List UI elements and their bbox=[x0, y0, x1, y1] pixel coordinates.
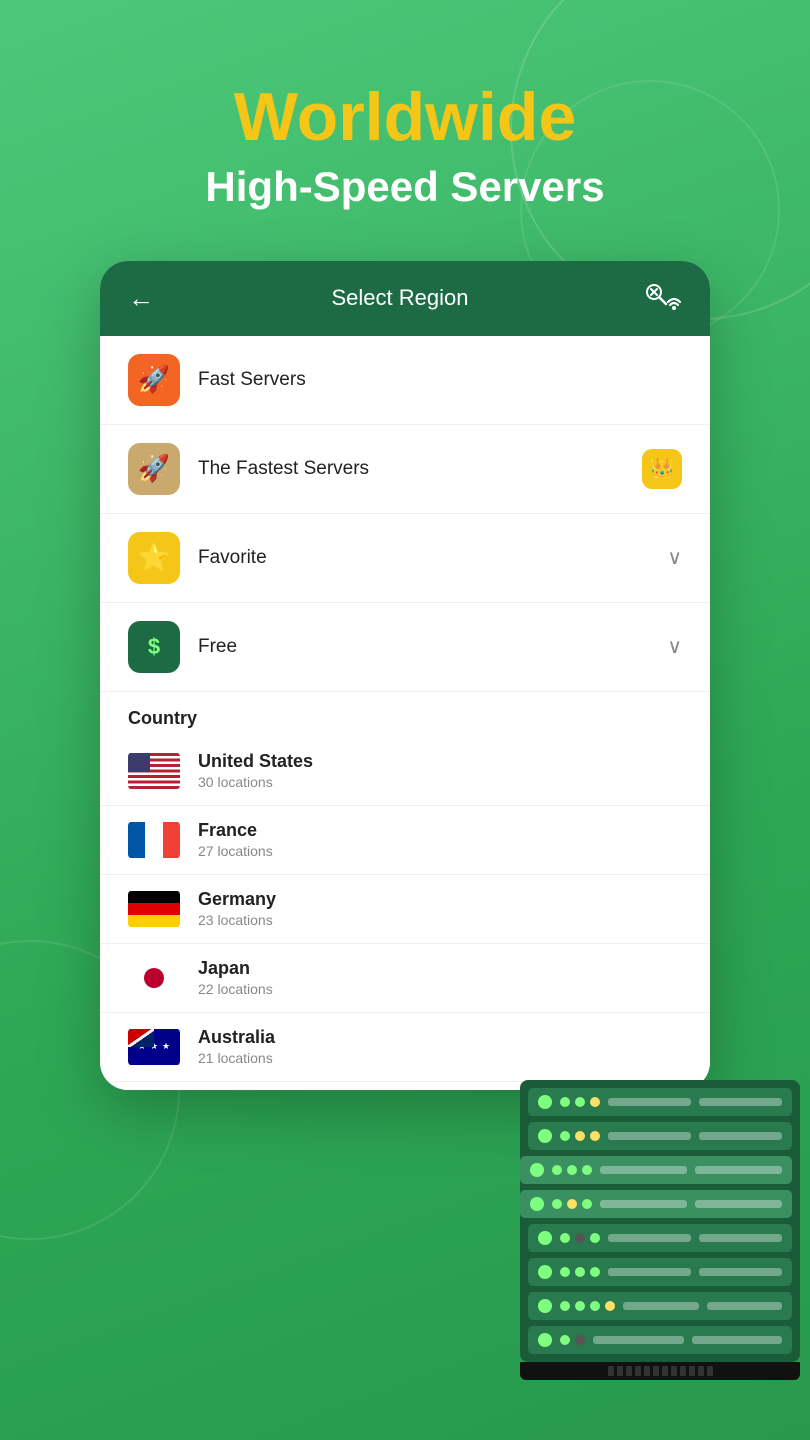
rack-row-8 bbox=[528, 1326, 792, 1354]
free-chevron-icon: ∨ bbox=[667, 634, 682, 659]
header-section: Worldwide High-Speed Servers bbox=[0, 0, 810, 211]
menu-item-favorite[interactable]: ⭐ Favorite ∨ bbox=[100, 514, 710, 603]
rack-row-1 bbox=[528, 1088, 792, 1116]
country-info-de: Germany 23 locations bbox=[198, 889, 682, 928]
country-section-header: Country bbox=[100, 692, 710, 737]
back-button[interactable]: ← bbox=[128, 283, 154, 314]
title-worldwide: Worldwide bbox=[0, 80, 810, 155]
country-name-fr: France bbox=[198, 820, 682, 841]
menu-item-fastest-servers[interactable]: 🚀 The Fastest Servers 👑 bbox=[100, 425, 710, 514]
country-locations-de: 23 locations bbox=[198, 912, 682, 928]
menu-item-fast-servers[interactable]: 🚀 Fast Servers bbox=[100, 336, 710, 425]
country-item-us[interactable]: United States 30 locations bbox=[100, 737, 710, 806]
server-rack-illustration bbox=[520, 1080, 800, 1380]
country-locations-jp: 22 locations bbox=[198, 981, 682, 997]
country-info-us: United States 30 locations bbox=[198, 751, 682, 790]
card-title: Select Region bbox=[332, 285, 469, 311]
country-section: Country United States 30 locations bbox=[100, 692, 710, 1090]
country-info-jp: Japan 22 locations bbox=[198, 958, 682, 997]
menu-list: 🚀 Fast Servers 🚀 The Fastest Servers 👑 ⭐… bbox=[100, 336, 710, 692]
rack-dots bbox=[560, 1097, 600, 1107]
free-label: Free bbox=[198, 636, 667, 658]
flag-de bbox=[128, 889, 180, 929]
flag-au: ★ ★ ★ bbox=[128, 1027, 180, 1067]
rack-row-7 bbox=[528, 1292, 792, 1320]
country-locations-au: 21 locations bbox=[198, 1050, 682, 1066]
crown-badge: 👑 bbox=[642, 449, 682, 489]
country-item-fr[interactable]: France 27 locations bbox=[100, 806, 710, 875]
flag-fr bbox=[128, 820, 180, 860]
free-icon: $ bbox=[128, 621, 180, 673]
favorite-label: Favorite bbox=[198, 547, 667, 569]
rack-dot bbox=[538, 1095, 552, 1109]
card-header: ← Select Region bbox=[100, 261, 710, 336]
favorite-icon: ⭐ bbox=[128, 532, 180, 584]
country-item-de[interactable]: Germany 23 locations bbox=[100, 875, 710, 944]
country-name-de: Germany bbox=[198, 889, 682, 910]
rack-row-4 bbox=[520, 1190, 792, 1218]
fastest-servers-label: The Fastest Servers bbox=[198, 458, 642, 480]
fast-servers-icon: 🚀 bbox=[128, 354, 180, 406]
country-item-jp[interactable]: Japan 22 locations bbox=[100, 944, 710, 1013]
country-name-jp: Japan bbox=[198, 958, 682, 979]
country-locations-us: 30 locations bbox=[198, 774, 682, 790]
menu-item-free[interactable]: $ Free ∨ bbox=[100, 603, 710, 692]
main-card: ← Select Region 🚀 Fast Servers 🚀 bbox=[100, 261, 710, 1090]
country-name-au: Australia bbox=[198, 1027, 682, 1048]
rack-row-3 bbox=[520, 1156, 792, 1184]
rack-row-5 bbox=[528, 1224, 792, 1252]
country-locations-fr: 27 locations bbox=[198, 843, 682, 859]
rack-base bbox=[520, 1362, 800, 1380]
country-info-fr: France 27 locations bbox=[198, 820, 682, 859]
favorite-chevron-icon: ∨ bbox=[667, 545, 682, 570]
country-name-us: United States bbox=[198, 751, 682, 772]
wifi-search-icon bbox=[646, 284, 682, 312]
country-info-au: Australia 21 locations bbox=[198, 1027, 682, 1066]
fast-servers-label: Fast Servers bbox=[198, 369, 682, 391]
country-item-au[interactable]: ★ ★ ★ Australia 21 locations bbox=[100, 1013, 710, 1082]
flag-jp bbox=[128, 958, 180, 998]
title-subtitle: High-Speed Servers bbox=[0, 163, 810, 211]
rack-row-6 bbox=[528, 1258, 792, 1286]
header-icon-group bbox=[646, 284, 682, 312]
fastest-servers-icon: 🚀 bbox=[128, 443, 180, 495]
flag-us bbox=[128, 751, 180, 791]
rack-row-2 bbox=[528, 1122, 792, 1150]
